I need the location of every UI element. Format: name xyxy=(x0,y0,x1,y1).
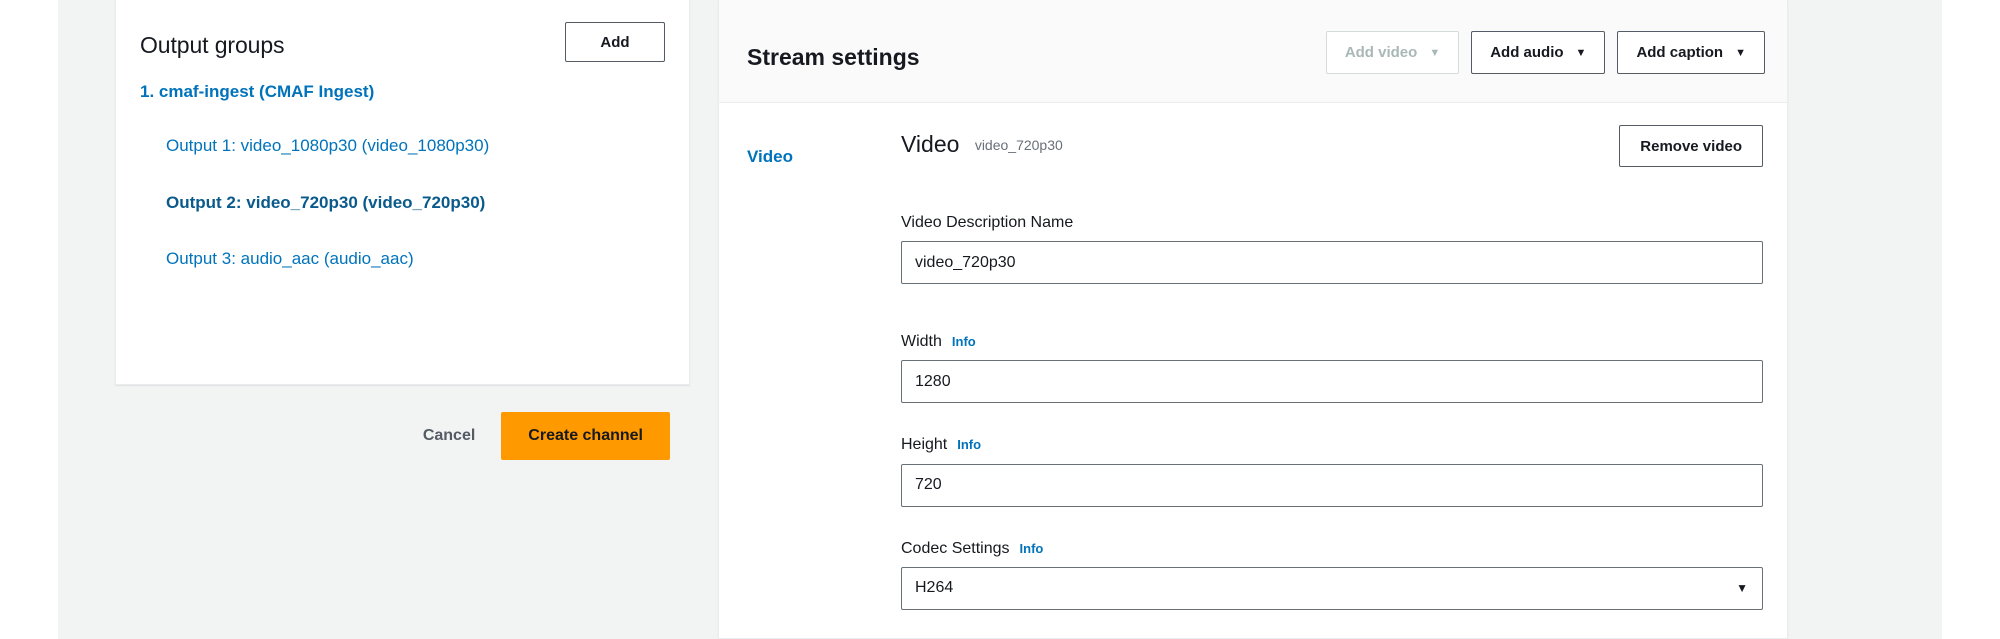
output-group-item-cmaf-ingest[interactable]: 1. cmaf-ingest (CMAF Ingest) xyxy=(140,82,665,102)
field-height: Height Info xyxy=(901,435,1763,507)
add-caption-button[interactable]: Add caption ▼ xyxy=(1617,31,1765,74)
height-label-row: Height Info xyxy=(901,435,1763,454)
output-groups-header: Output groups Add xyxy=(116,0,689,82)
cancel-button[interactable]: Cancel xyxy=(419,417,479,455)
stream-settings-content: Video video_720p30 Remove video Video De… xyxy=(901,103,1763,610)
width-label-row: Width Info xyxy=(901,332,1763,351)
output-item-2[interactable]: Output 2: video_720p30 (video_720p30) xyxy=(166,193,665,213)
video-section-header: Video video_720p30 Remove video xyxy=(901,103,1763,195)
stream-settings-panel: Stream settings Add video ▼ Add audio ▼ … xyxy=(718,0,1788,639)
video-description-name-input[interactable] xyxy=(901,241,1763,285)
width-label: Width xyxy=(901,333,942,351)
video-section-subtitle: video_720p30 xyxy=(974,137,1063,153)
output-item-3[interactable]: Output 3: audio_aac (audio_aac) xyxy=(166,249,665,269)
output-groups-card: Output groups Add 1. cmaf-ingest (CMAF I… xyxy=(115,0,690,385)
width-input[interactable] xyxy=(901,360,1763,404)
add-output-group-button[interactable]: Add xyxy=(565,22,665,62)
height-label: Height xyxy=(901,436,948,454)
width-info-link[interactable]: Info xyxy=(952,334,976,350)
add-video-label: Add video xyxy=(1344,44,1418,61)
create-channel-button[interactable]: Create channel xyxy=(501,412,670,460)
codec-settings-label: Codec Settings xyxy=(901,539,1010,557)
field-codec-settings: Codec Settings Info ▼ xyxy=(901,539,1763,610)
field-video-description-name: Video Description Name xyxy=(901,213,1763,285)
add-caption-label: Add caption xyxy=(1636,44,1724,61)
video-description-name-label: Video Description Name xyxy=(901,214,1074,231)
left-column: Output groups Add 1. cmaf-ingest (CMAF I… xyxy=(115,0,690,639)
stream-settings-nav: Video xyxy=(747,147,867,167)
height-input[interactable] xyxy=(901,463,1763,507)
remove-video-button[interactable]: Remove video xyxy=(1619,125,1763,167)
video-section-title: Video video_720p30 xyxy=(901,131,1063,158)
nav-item-video[interactable]: Video xyxy=(747,147,867,167)
add-audio-button[interactable]: Add audio ▼ xyxy=(1471,31,1606,74)
field-width: Width Info xyxy=(901,332,1763,404)
app-screen: Output groups Add 1. cmaf-ingest (CMAF I… xyxy=(0,0,2000,639)
codec-settings-label-row: Codec Settings Info xyxy=(901,539,1763,558)
form-actions: Cancel Create channel xyxy=(115,412,690,460)
codec-settings-select-wrap: ▼ xyxy=(901,566,1763,610)
video-section-title-text: Video xyxy=(901,131,960,157)
stream-settings-actions: Add video ▼ Add audio ▼ Add caption ▼ xyxy=(1325,31,1765,74)
output-groups-title: Output groups xyxy=(140,32,285,58)
stream-settings-title: Stream settings xyxy=(747,44,920,70)
chevron-down-icon: ▼ xyxy=(1575,47,1587,59)
video-description-name-label-row: Video Description Name xyxy=(901,213,1763,232)
output-groups-list: 1. cmaf-ingest (CMAF Ingest) Output 1: v… xyxy=(116,82,689,306)
codec-settings-select[interactable] xyxy=(901,566,1763,610)
stream-settings-body: Video Video video_720p30 Remove video Vi… xyxy=(719,103,1787,638)
output-item-1[interactable]: Output 1: video_1080p30 (video_1080p30) xyxy=(166,136,665,156)
chevron-down-icon: ▼ xyxy=(1429,47,1441,59)
add-audio-label: Add audio xyxy=(1490,44,1564,61)
stream-settings-header: Stream settings Add video ▼ Add audio ▼ … xyxy=(719,0,1787,103)
codec-settings-info-link[interactable]: Info xyxy=(1020,541,1044,557)
chevron-down-icon: ▼ xyxy=(1735,47,1746,59)
height-info-link[interactable]: Info xyxy=(957,437,981,453)
add-video-button[interactable]: Add video ▼ xyxy=(1325,31,1460,74)
